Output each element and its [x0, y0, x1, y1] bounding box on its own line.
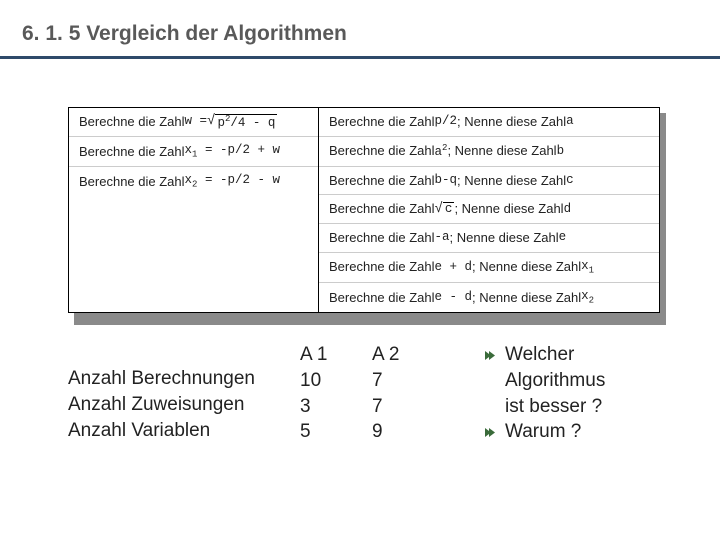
- header-rule: [0, 56, 720, 59]
- name: a: [566, 114, 574, 129]
- a1-variablen: 5: [300, 420, 372, 444]
- a2-step-1: Berechne die Zahl p/2; Nenne diese Zahl …: [319, 108, 659, 137]
- text: Berechne die Zahl: [329, 114, 435, 130]
- metric-variablen: Anzahl Variablen: [68, 419, 300, 443]
- bullet-icon: [484, 350, 495, 361]
- text: ; Nenne diese Zahl: [457, 114, 566, 130]
- text: ; Nenne diese Zahl: [457, 173, 566, 189]
- text: Berechne die Zahl: [79, 144, 185, 160]
- a1-zuweisungen: 3: [300, 395, 372, 419]
- sqrt-icon: √ p2/4 - q: [207, 114, 277, 130]
- radicand: c: [443, 202, 455, 216]
- text: Berechne die Zahl: [329, 143, 435, 159]
- a1-step-1: Berechne die Zahl w = √ p2/4 - q: [69, 108, 318, 137]
- val: -a: [435, 230, 450, 245]
- question-line-1: Welcher: [505, 343, 574, 367]
- val: e + d: [435, 260, 473, 275]
- bullet-icon: [484, 427, 495, 438]
- algorithm-1-column: Berechne die Zahl w = √ p2/4 - q Berechn…: [69, 108, 319, 312]
- a1-step-2: Berechne die Zahl x1 = -p/2 + w: [69, 137, 318, 167]
- a1-header: A 1: [300, 343, 372, 367]
- metric-zuweisungen: Anzahl Zuweisungen: [68, 393, 300, 417]
- a2-step-3: Berechne die Zahl b-q; Nenne diese Zahl …: [319, 167, 659, 196]
- expr: x1 = -p/2 + w: [185, 143, 280, 160]
- a2-step-7: Berechne die Zahl e - d; Nenne diese Zah…: [319, 283, 659, 312]
- val: p/2: [435, 114, 458, 129]
- text: ; Nenne diese Zahl: [450, 230, 559, 246]
- a2-berechnungen: 7: [372, 369, 444, 393]
- a2-step-4: Berechne die Zahl √ c ; Nenne diese Zahl…: [319, 195, 659, 224]
- text: Berechne die Zahl: [329, 173, 435, 189]
- text: Berechne die Zahl: [329, 201, 435, 217]
- text: Berechne die Zahl: [79, 114, 185, 130]
- name: b: [557, 144, 565, 159]
- question-line-3: ist besser ?: [505, 395, 602, 419]
- a2-step-6: Berechne die Zahl e + d; Nenne diese Zah…: [319, 253, 659, 283]
- column-a1: A 1 10 3 5: [300, 343, 372, 444]
- metrics-labels: Anzahl Berechnungen Anzahl Zuweisungen A…: [68, 343, 300, 442]
- expr: x2 = -p/2 - w: [185, 173, 280, 190]
- val: b-q: [435, 173, 458, 188]
- text: Berechne die Zahl: [329, 259, 435, 275]
- text: Berechne die Zahl: [79, 174, 185, 190]
- page-title: 6. 1. 5 Vergleich der Algorithmen: [22, 22, 720, 46]
- expr-w-eq: w =: [185, 114, 208, 129]
- question-line-4: Warum ?: [505, 420, 581, 444]
- val: a2: [435, 143, 448, 160]
- algorithm-2-column: Berechne die Zahl p/2; Nenne diese Zahl …: [319, 108, 659, 312]
- a2-step-2: Berechne die Zahl a2; Nenne diese Zahl b: [319, 137, 659, 167]
- metric-berechnungen: Anzahl Berechnungen: [68, 367, 300, 391]
- name: c: [566, 173, 574, 188]
- val: e - d: [435, 290, 473, 305]
- sqrt-icon: √ c: [435, 202, 455, 216]
- a2-step-5: Berechne die Zahl -a; Nenne diese Zahl e: [319, 224, 659, 253]
- name: d: [564, 202, 572, 217]
- radicand: p2/4 - q: [215, 114, 277, 130]
- a2-header: A 2: [372, 343, 444, 367]
- a1-berechnungen: 10: [300, 369, 372, 393]
- column-a2: A 2 7 7 9: [372, 343, 444, 444]
- text: Berechne die Zahl: [329, 230, 435, 246]
- a2-zuweisungen: 7: [372, 395, 444, 419]
- name: e: [559, 230, 567, 245]
- name: x2: [581, 289, 594, 306]
- text: ; Nenne diese Zahl: [472, 259, 581, 275]
- text: ; Nenne diese Zahl: [472, 290, 581, 306]
- question-line-2: Algorithmus: [505, 369, 605, 393]
- text: ; Nenne diese Zahl: [447, 143, 556, 159]
- question-block: Welcher Algorithmus ist besser ? Warum ?: [484, 343, 605, 444]
- algorithm-comparison-box: Berechne die Zahl w = √ p2/4 - q Berechn…: [68, 107, 660, 313]
- a1-step-3: Berechne die Zahl x2 = -p/2 - w: [69, 167, 318, 196]
- name: x1: [581, 259, 594, 276]
- a2-variablen: 9: [372, 420, 444, 444]
- text: Berechne die Zahl: [329, 290, 435, 306]
- text: ; Nenne diese Zahl: [454, 201, 563, 217]
